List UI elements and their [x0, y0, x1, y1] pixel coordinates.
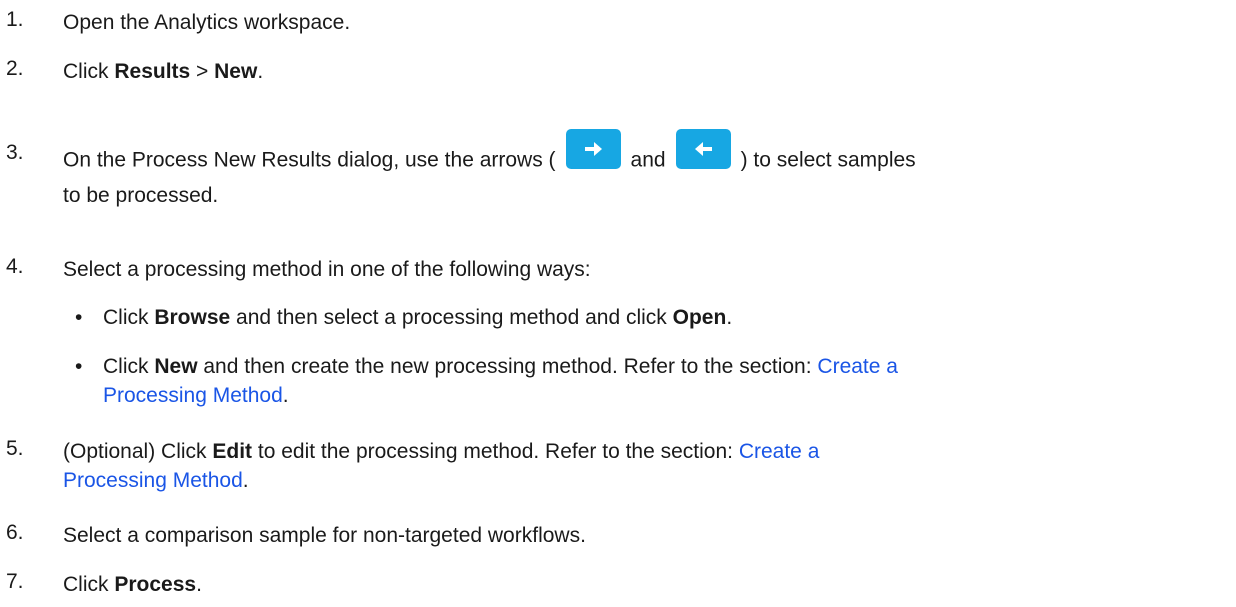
text-fragment: to edit the processing method. Refer to …: [252, 440, 739, 463]
text-fragment: and then select a processing method and …: [230, 306, 673, 329]
text-fragment: Click: [63, 573, 115, 596]
step-number: 1.: [6, 8, 24, 31]
link-text[interactable]: Create a: [739, 440, 820, 463]
text-fragment: (Optional) Click: [63, 440, 213, 463]
right-arrow-button-icon: [565, 129, 621, 169]
step-text: (Optional) Click Edit to edit the proces…: [63, 437, 1223, 495]
step-number: 7.: [6, 570, 24, 593]
step-text: Open the Analytics workspace.: [63, 11, 351, 34]
text-fragment: and then create the new processing metho…: [197, 355, 818, 378]
text-fragment: ) to select samples: [740, 148, 916, 172]
step-number: 3.: [6, 141, 24, 164]
link-text[interactable]: Processing Method: [63, 469, 243, 492]
ui-term-new: New: [214, 60, 258, 83]
ui-term-edit: Edit: [212, 440, 253, 463]
step-number: 4.: [6, 255, 24, 278]
bullet-text: Click Browse and then select a processin…: [103, 303, 1213, 332]
text-fragment: Click: [103, 355, 155, 378]
step-number: 6.: [6, 521, 24, 544]
text-fragment: and: [630, 148, 666, 172]
link-text[interactable]: Create a: [817, 355, 898, 378]
text-fragment: .: [282, 384, 289, 407]
text-fragment: .: [242, 469, 249, 492]
step-text: Click Process.: [63, 570, 1223, 599]
ui-term-browse: Browse: [154, 306, 231, 329]
ui-term-open: Open: [672, 306, 727, 329]
ui-term-new: New: [154, 355, 198, 378]
bullet-marker: •: [75, 306, 83, 329]
text-fragment: to be processed.: [63, 184, 219, 207]
text-fragment: .: [726, 306, 733, 329]
step-number: 5.: [6, 437, 24, 460]
step-text: On the Process New Results dialog, use t…: [63, 129, 1223, 210]
bullet-marker: •: [75, 355, 83, 378]
text-fragment: .: [257, 60, 264, 83]
step-number: 2.: [6, 57, 24, 80]
text-fragment: >: [190, 60, 215, 83]
text-fragment: .: [196, 573, 202, 596]
step-text: Click Results > New.: [63, 57, 1223, 86]
text-fragment: Click: [63, 60, 115, 83]
step-text: Select a comparison sample for non-targe…: [63, 524, 586, 547]
step-text: Select a processing method in one of the…: [63, 258, 591, 281]
bullet-text: Click New and then create the new proces…: [103, 352, 1213, 410]
link-text[interactable]: Processing Method: [103, 384, 283, 407]
ui-term-results: Results: [114, 60, 191, 83]
text-fragment: Click: [103, 306, 155, 329]
ui-term-process: Process: [114, 573, 197, 596]
text-fragment: On the Process New Results dialog, use t…: [63, 148, 556, 172]
left-arrow-button-icon: [675, 129, 731, 169]
